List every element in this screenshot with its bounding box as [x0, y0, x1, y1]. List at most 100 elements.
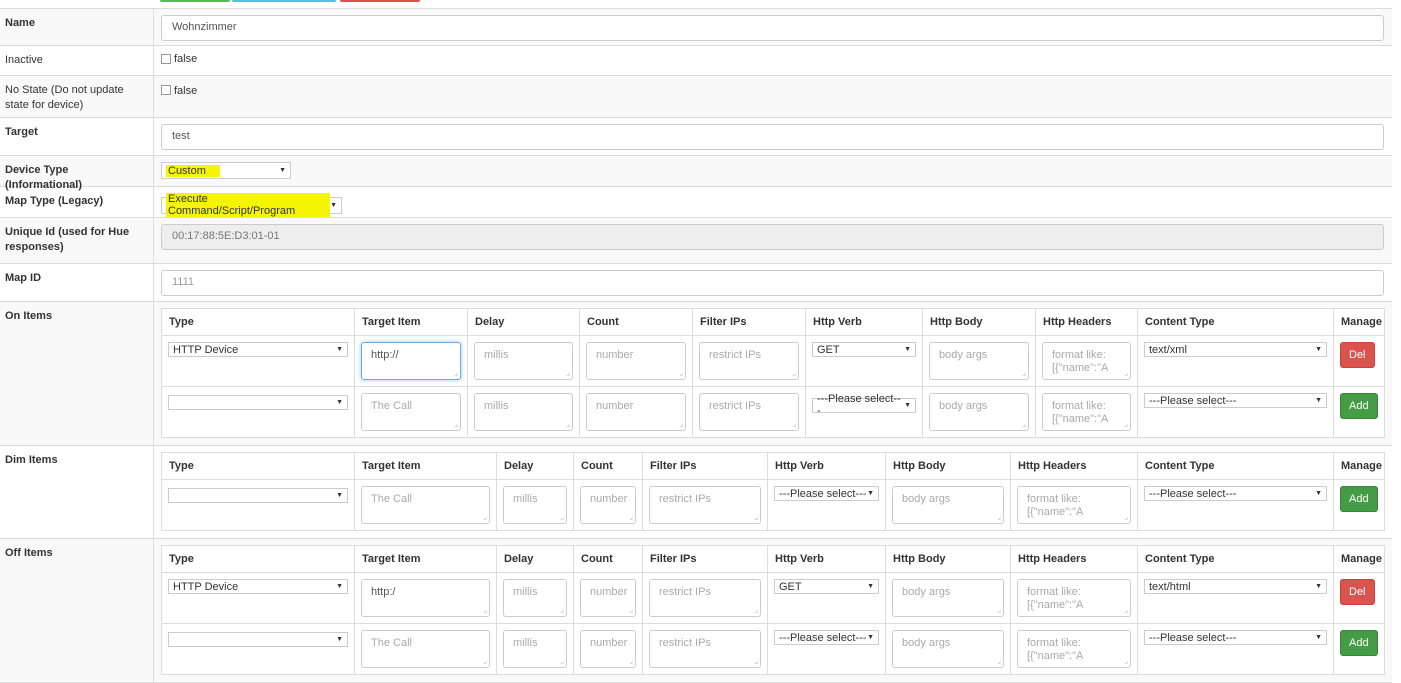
table-row: ▼ The Call millis number restrict IPs ---Plea… — [161, 386, 1385, 438]
target-item-input[interactable]: http:/ — [361, 579, 490, 617]
column-header: Target Item — [354, 308, 468, 336]
content-type-select[interactable]: ---Please select--- ▼ — [1144, 393, 1327, 408]
type-select[interactable]: HTTP Device ▼ — [168, 579, 348, 594]
type-select-value: HTTP Device — [173, 580, 239, 593]
name-input[interactable]: Wohnzimmer — [161, 15, 1384, 41]
target-item-input[interactable]: http:// — [361, 342, 461, 380]
nostate-label: No State (Do not update state for device… — [0, 76, 154, 117]
inactive-checkbox[interactable] — [161, 54, 171, 64]
delay-input[interactable]: millis — [474, 342, 573, 380]
delay-input[interactable]: millis — [503, 486, 567, 524]
column-header: Delay — [496, 452, 574, 480]
delete-button[interactable]: Del — [1340, 342, 1375, 368]
delay-input[interactable]: millis — [474, 393, 573, 431]
chevron-down-icon: ▼ — [867, 583, 874, 590]
column-header: Http Headers — [1010, 545, 1138, 573]
http-headers-input[interactable]: format like: [{"name":"A — [1042, 393, 1131, 431]
row-off-items: Off Items Type Target Item Delay Count Filter… — [0, 539, 1392, 683]
http-body-input[interactable]: body args — [892, 579, 1004, 617]
delay-input[interactable]: millis — [503, 579, 567, 617]
http-headers-input[interactable]: format like: [{"name":"A — [1042, 342, 1131, 380]
top-blue-button[interactable] — [232, 0, 336, 2]
content-type-select[interactable]: text/html ▼ — [1144, 579, 1327, 594]
chevron-down-icon: ▼ — [1315, 583, 1322, 590]
filter-ips-input[interactable]: restrict IPs — [649, 630, 761, 668]
maptype-select[interactable]: Execute Command/Script/Program ▼ — [161, 193, 342, 217]
row-nostate: No State (Do not update state for device… — [0, 76, 1392, 118]
chevron-down-icon: ▼ — [904, 346, 911, 353]
device-form: Name Wohnzimmer Inactive false No State … — [0, 8, 1392, 683]
uniqueid-label: Unique Id (used for Hue responses) — [0, 218, 154, 263]
http-body-input[interactable]: body args — [892, 486, 1004, 524]
chevron-down-icon: ▼ — [279, 167, 286, 174]
nostate-checkbox[interactable] — [161, 85, 171, 95]
top-green-button[interactable] — [160, 0, 230, 2]
type-select[interactable]: ▼ — [168, 394, 348, 410]
column-header: Http Verb — [805, 308, 923, 336]
content-type-select[interactable]: text/xml ▼ — [1144, 342, 1327, 357]
table-header: Type Target Item Delay Count Filter IPs Http … — [161, 452, 1385, 480]
content-type-select[interactable]: ---Please select--- ▼ — [1144, 630, 1327, 645]
add-button[interactable]: Add — [1340, 630, 1378, 656]
target-item-input[interactable]: The Call — [361, 393, 461, 431]
column-header: Count — [573, 452, 643, 480]
row-maptype: Map Type (Legacy) Execute Command/Script… — [0, 187, 1392, 218]
type-select[interactable]: ▼ — [168, 487, 348, 503]
content-type-select-value: ---Please select--- — [1149, 394, 1237, 407]
type-select[interactable]: ▼ — [168, 631, 348, 647]
http-verb-select[interactable]: GET ▼ — [774, 579, 879, 594]
http-verb-select[interactable]: GET ▼ — [812, 342, 916, 357]
add-button[interactable]: Add — [1340, 486, 1378, 512]
uniqueid-input: 00:17:88:5E:D3:01-01 — [161, 224, 1384, 250]
http-verb-select-value: GET — [779, 580, 802, 593]
http-verb-select[interactable]: ---Please select--- ▼ — [774, 486, 879, 501]
delay-input[interactable]: millis — [503, 630, 567, 668]
column-header: Type — [161, 452, 355, 480]
inactive-label: Inactive — [0, 46, 154, 75]
inactive-value: false — [174, 53, 198, 65]
target-item-input[interactable]: The Call — [361, 486, 490, 524]
chevron-down-icon: ▼ — [336, 346, 343, 353]
table-header: Type Target Item Delay Count Filter IPs Http … — [161, 308, 1385, 336]
type-select[interactable]: HTTP Device ▼ — [168, 342, 348, 357]
filter-ips-input[interactable]: restrict IPs — [649, 486, 761, 524]
devicetype-select[interactable]: Custom ▼ — [161, 162, 291, 179]
http-headers-input[interactable]: format like: [{"name":"A — [1017, 630, 1131, 668]
top-red-button[interactable] — [340, 0, 420, 2]
count-input[interactable]: number — [580, 630, 636, 668]
column-header: Filter IPs — [692, 308, 806, 336]
content-type-select[interactable]: ---Please select--- ▼ — [1144, 486, 1327, 501]
count-input[interactable]: number — [580, 486, 636, 524]
content-type-select-value: ---Please select--- — [1149, 631, 1237, 644]
chevron-down-icon: ▼ — [336, 398, 343, 406]
http-verb-select[interactable]: ---Please select--- ▼ — [812, 393, 916, 417]
nostate-value: false — [174, 85, 198, 97]
http-verb-select[interactable]: ---Please select--- ▼ — [774, 630, 879, 645]
content-type-select-value: text/xml — [1149, 343, 1187, 356]
http-body-input[interactable]: body args — [929, 342, 1029, 380]
target-label: Target — [0, 118, 154, 155]
target-input[interactable]: test — [161, 124, 1384, 150]
devicetype-label: Device Type (Informational) — [0, 156, 154, 191]
http-verb-select-value: ---Please select--- — [817, 393, 901, 417]
section-label: Dim Items — [0, 446, 154, 538]
http-headers-input[interactable]: format like: [{"name":"A — [1017, 486, 1131, 524]
mapid-input[interactable]: 1111 — [161, 270, 1384, 296]
delete-button[interactable]: Del — [1340, 579, 1375, 605]
http-verb-select-value: ---Please select--- — [779, 487, 867, 500]
filter-ips-input[interactable]: restrict IPs — [699, 342, 799, 380]
http-body-input[interactable]: body args — [929, 393, 1029, 431]
add-button[interactable]: Add — [1340, 393, 1378, 419]
count-input[interactable]: number — [580, 579, 636, 617]
devicetype-value: Custom — [166, 164, 220, 177]
chevron-down-icon: ▼ — [330, 201, 337, 209]
count-input[interactable]: number — [586, 342, 686, 380]
count-input[interactable]: number — [586, 393, 686, 431]
filter-ips-input[interactable]: restrict IPs — [649, 579, 761, 617]
column-header: Filter IPs — [642, 545, 768, 573]
filter-ips-input[interactable]: restrict IPs — [699, 393, 799, 431]
target-item-input[interactable]: The Call — [361, 630, 490, 668]
row-mapid: Map ID 1111 — [0, 264, 1392, 302]
http-body-input[interactable]: body args — [892, 630, 1004, 668]
http-headers-input[interactable]: format like: [{"name":"A — [1017, 579, 1131, 617]
